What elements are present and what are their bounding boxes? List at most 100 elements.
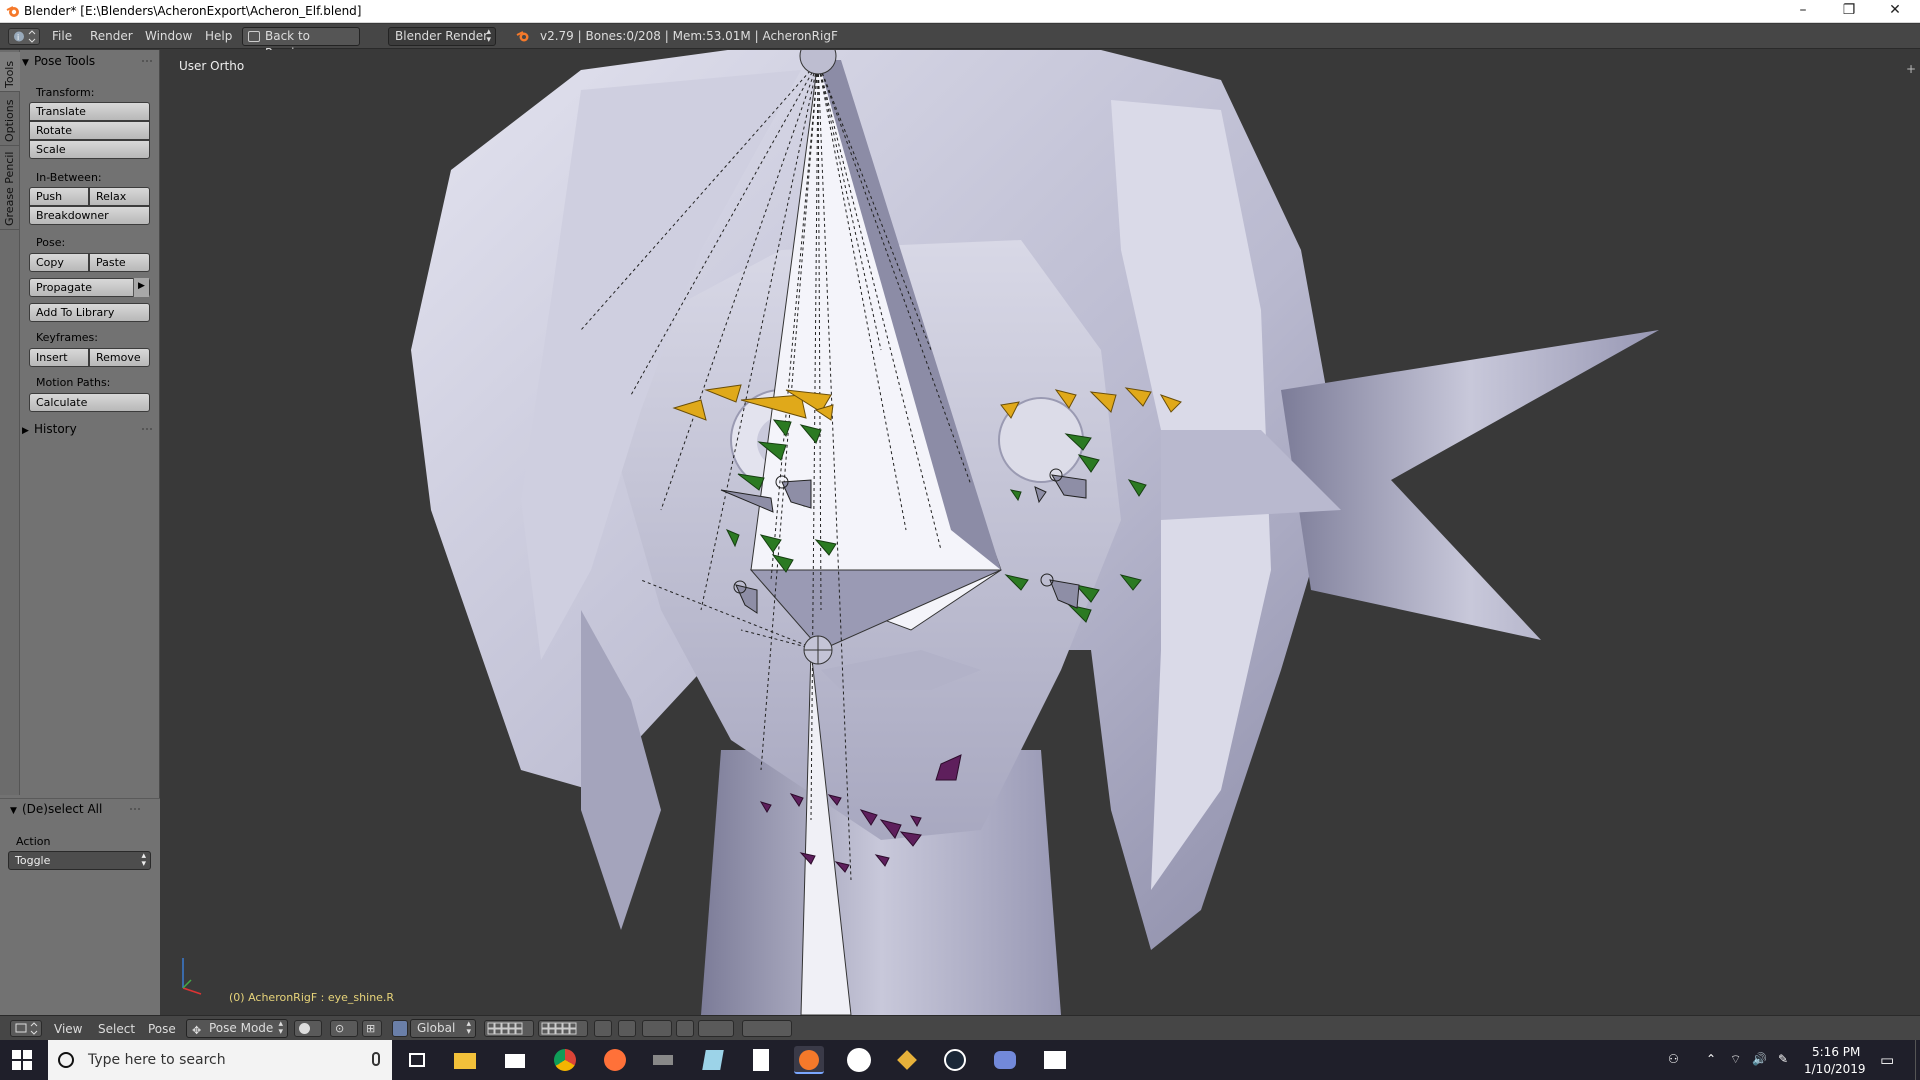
action-value: Toggle [15, 854, 51, 867]
render-preview-icon[interactable] [698, 1020, 734, 1037]
insert-keyframe-button[interactable]: Insert [29, 348, 89, 367]
menu-file[interactable]: File [52, 29, 72, 43]
pose-tools-title: Pose Tools [34, 54, 96, 68]
drag-handle-icon[interactable] [142, 60, 152, 64]
proportional-edit-icon[interactable] [618, 1020, 636, 1037]
scale-button[interactable]: Scale [29, 140, 150, 159]
notifications-icon[interactable]: ▭ [1880, 1051, 1894, 1069]
taskbar-search-box[interactable]: Type here to search [48, 1040, 392, 1080]
editor-type-icon[interactable]: i [8, 28, 40, 45]
launcher-icon[interactable] [892, 1046, 922, 1074]
discord-icon[interactable] [990, 1046, 1020, 1074]
scene-stats: v2.79 | Bones:0/208 | Mem:53.01M | Acher… [540, 29, 838, 43]
layers-grid-1-icon[interactable] [484, 1020, 534, 1037]
calculator-icon[interactable] [746, 1046, 776, 1074]
blender-taskbar-icon[interactable] [794, 1046, 824, 1074]
pivot-point-icon[interactable]: ⊙ [330, 1020, 358, 1037]
breakdowner-button[interactable]: Breakdowner [29, 206, 150, 225]
menu-render[interactable]: Render [90, 29, 133, 43]
remove-keyframe-button[interactable]: Remove [89, 348, 150, 367]
mode-value: Pose Mode [209, 1021, 274, 1035]
rotate-button[interactable]: Rotate [29, 121, 150, 140]
steam-icon[interactable] [940, 1046, 970, 1074]
pose-tools-panel-header[interactable]: ▼ Pose Tools [22, 54, 158, 74]
minimize-button[interactable]: – [1780, 0, 1826, 23]
editor-type-3dview-icon[interactable] [10, 1020, 42, 1037]
history-title: History [34, 422, 77, 436]
file-explorer-icon[interactable] [450, 1046, 480, 1074]
game-app-icon[interactable] [648, 1046, 678, 1074]
restore-button[interactable]: ❐ [1826, 0, 1872, 23]
drag-handle-icon[interactable] [130, 808, 140, 812]
microphone-icon[interactable] [372, 1052, 380, 1066]
manipulator-toggle-icon[interactable]: ⊞ [362, 1020, 382, 1037]
action-label: Action [16, 835, 51, 848]
3d-viewport[interactable]: User Ortho (0) AcheronRigF : eye_shine.R… [161, 50, 1920, 1015]
firefox-icon[interactable] [600, 1046, 630, 1074]
back-to-previous-button[interactable]: Back to Previous [242, 27, 360, 60]
mode-select[interactable]: ✥ Pose Mode ▴ ▾ [186, 1019, 288, 1038]
snap-icon[interactable] [642, 1020, 672, 1037]
tab-options[interactable]: Options [0, 92, 20, 146]
show-hidden-icons-chevron-up-icon[interactable]: ⌃ [1706, 1052, 1716, 1066]
drag-handle-icon[interactable] [142, 428, 152, 432]
layers-grid-2-icon[interactable] [538, 1020, 588, 1037]
lock-layers-icon[interactable] [594, 1020, 612, 1037]
transform-orientation-select[interactable]: Global ▴ ▾ [410, 1019, 476, 1038]
render-engine-select[interactable]: Blender Render ▴ ▾ [388, 27, 496, 46]
relax-button[interactable]: Relax [89, 187, 150, 206]
mail-icon[interactable] [500, 1046, 530, 1074]
network-icon[interactable]: ⌔ [1730, 1052, 1741, 1067]
viewport-corner-plus-icon[interactable]: + [1906, 62, 1916, 76]
collapse-triangle-icon: ▶ [22, 426, 29, 436]
tab-grease-pencil[interactable]: Grease Pencil [0, 146, 20, 230]
notes-app-icon[interactable] [698, 1046, 728, 1074]
menu-select[interactable]: Select [98, 1022, 135, 1036]
copy-pose-button[interactable]: Copy [29, 253, 89, 272]
translate-manipulator-icon[interactable] [392, 1020, 408, 1037]
paste-pose-button[interactable]: Paste [89, 253, 150, 272]
orientation-value: Global [417, 1021, 456, 1035]
snap-target-icon[interactable] [676, 1020, 694, 1037]
viewport-canvas[interactable] [161, 50, 1920, 1015]
propagate-button[interactable]: Propagate ▶ [29, 278, 150, 297]
chrome-icon[interactable] [550, 1046, 580, 1074]
viewport-shading-icon[interactable] [294, 1020, 322, 1037]
menu-help[interactable]: Help [205, 29, 232, 43]
calculate-paths-button[interactable]: Calculate [29, 393, 150, 412]
close-button[interactable]: ✕ [1872, 0, 1918, 23]
add-to-library-button[interactable]: Add To Library [29, 303, 150, 322]
push-button[interactable]: Push [29, 187, 89, 206]
expand-triangle-icon: ▼ [10, 806, 17, 816]
view-label: User Ortho [179, 59, 245, 73]
volume-icon[interactable]: 🔊 [1752, 1052, 1767, 1066]
menu-window[interactable]: Window [145, 29, 192, 43]
3d-view-header: View Select Pose ✥ Pose Mode ▴ ▾ ⊙ ⊞ Glob… [0, 1015, 1920, 1040]
task-view-icon[interactable] [402, 1046, 432, 1074]
clock-time[interactable]: 5:16 PM [1812, 1045, 1860, 1059]
people-icon[interactable]: ⚇ [1668, 1052, 1679, 1066]
menu-view[interactable]: View [54, 1022, 82, 1036]
pen-icon[interactable]: ✎ [1778, 1052, 1788, 1066]
translate-button[interactable]: Translate [29, 102, 150, 121]
opengl-render-icon[interactable] [742, 1020, 792, 1037]
pose-mode-icon: ✥ [192, 1024, 202, 1037]
motion-paths-label: Motion Paths: [36, 376, 111, 389]
ear-mesh [1281, 330, 1659, 640]
axis-gizmo [182, 958, 202, 995]
show-desktop-button[interactable] [1915, 1040, 1920, 1080]
deselect-all-panel-header[interactable]: ▼ (De)select All [10, 802, 146, 822]
action-select[interactable]: Toggle ▴ ▾ [8, 851, 151, 870]
menu-pose[interactable]: Pose [148, 1022, 176, 1036]
propagate-label: Propagate [36, 281, 92, 294]
updown-arrows-icon: ▴ ▾ [466, 1019, 471, 1037]
uplay-icon[interactable] [844, 1046, 874, 1074]
tab-tools[interactable]: Tools [0, 52, 20, 92]
history-panel-header[interactable]: ▶ History [22, 422, 158, 442]
clock-date[interactable]: 1/10/2019 [1804, 1062, 1866, 1076]
search-placeholder: Type here to search [88, 1052, 226, 1068]
photos-icon[interactable] [1040, 1046, 1070, 1074]
blender-logo-icon [6, 6, 19, 17]
pose-label: Pose: [36, 236, 66, 249]
start-button[interactable] [12, 1050, 32, 1070]
